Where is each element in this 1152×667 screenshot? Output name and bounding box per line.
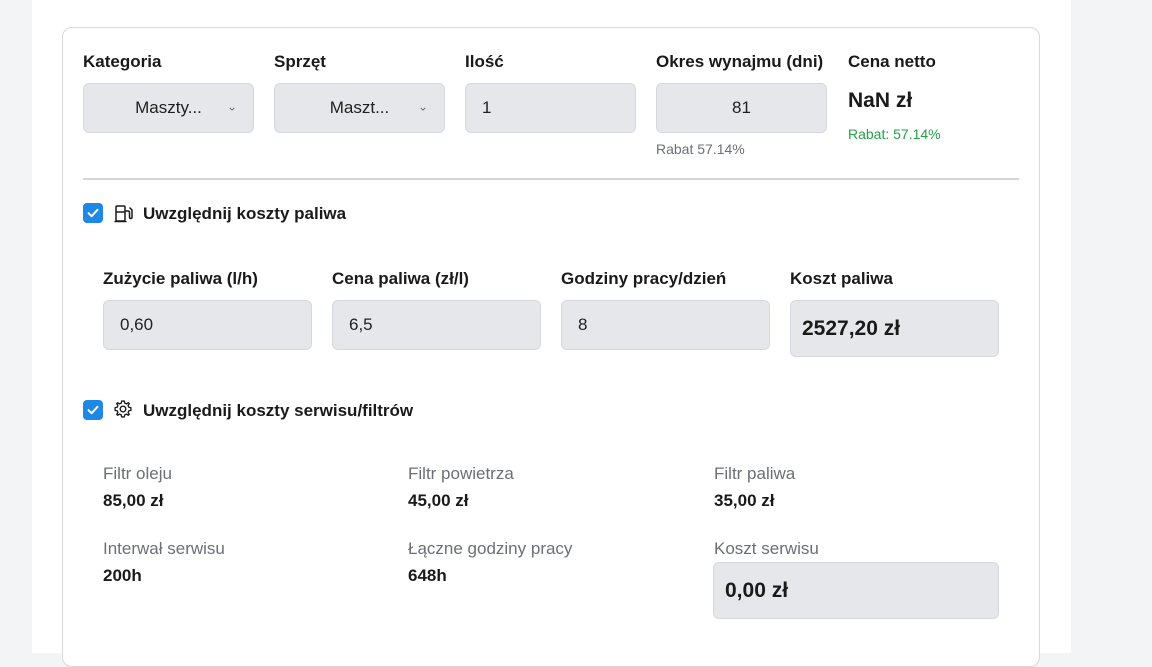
fuel-consumption-input[interactable]: 0,60 xyxy=(103,300,312,350)
service-section-title: Uwzględnij koszty serwisu/filtrów xyxy=(143,401,414,420)
checkmark-icon xyxy=(87,405,99,415)
oil-filter-value: 85,00 zł xyxy=(103,491,164,510)
chevron-down-icon: ⌄ xyxy=(226,99,237,114)
service-cost-box: 0,00 zł xyxy=(713,562,999,619)
section-divider xyxy=(83,178,1019,180)
quantity-input[interactable]: 1 xyxy=(465,83,636,133)
fuel-section-title: Uwzględnij koszty paliwa xyxy=(143,204,347,223)
fuel-cost-label: Koszt paliwa xyxy=(790,269,893,288)
service-interval-label: Interwał serwisu xyxy=(103,539,225,558)
service-cost-value: 0,00 zł xyxy=(725,578,789,602)
fuel-cost-checkbox[interactable] xyxy=(83,203,103,223)
fuel-cost-box: 2527,20 zł xyxy=(790,300,999,357)
period-discount-text: Rabat 57.14% xyxy=(656,141,745,157)
fuel-price-label: Cena paliwa (zł/l) xyxy=(332,269,469,288)
equipment-value: Maszt... xyxy=(329,98,390,117)
air-filter-value: 45,00 zł xyxy=(408,491,469,510)
total-hours-value: 648h xyxy=(408,566,447,585)
net-price-discount: Rabat: 57.14% xyxy=(848,126,941,142)
fuel-consumption-label: Zużycie paliwa (l/h) xyxy=(103,269,258,288)
total-hours-label: Łączne godziny pracy xyxy=(408,539,573,558)
work-hours-label: Godziny pracy/dzień xyxy=(561,269,727,288)
rental-period-label: Okres wynajmu (dni) xyxy=(656,52,824,71)
service-interval-value: 200h xyxy=(103,566,142,585)
net-price-value: NaN zł xyxy=(848,89,913,112)
category-value: Maszty... xyxy=(135,98,202,117)
net-price-label: Cena netto xyxy=(848,52,936,71)
chevron-down-icon: ⌄ xyxy=(417,99,428,114)
equipment-label: Sprzęt xyxy=(274,52,326,71)
air-filter-label: Filtr powietrza xyxy=(408,464,514,483)
rental-period-input[interactable]: 81 xyxy=(656,83,827,133)
category-select[interactable]: Maszty... ⌄ xyxy=(83,83,254,133)
work-hours-input[interactable]: 8 xyxy=(561,300,770,350)
category-label: Kategoria xyxy=(83,52,162,71)
checkmark-icon xyxy=(87,208,99,218)
service-cost-checkbox[interactable] xyxy=(83,400,103,420)
fuel-cost-value: 2527,20 zł xyxy=(802,316,901,340)
fuel-filter-value: 35,00 zł xyxy=(714,491,775,510)
oil-filter-label: Filtr oleju xyxy=(103,464,172,483)
gear-icon xyxy=(113,399,133,419)
fuel-filter-label: Filtr paliwa xyxy=(714,464,796,483)
fuel-pump-icon xyxy=(113,203,135,225)
equipment-select[interactable]: Maszt... ⌄ xyxy=(274,83,445,133)
fuel-price-input[interactable]: 6,5 xyxy=(332,300,541,350)
quantity-label: Ilość xyxy=(465,52,504,71)
service-cost-label: Koszt serwisu xyxy=(714,539,819,558)
